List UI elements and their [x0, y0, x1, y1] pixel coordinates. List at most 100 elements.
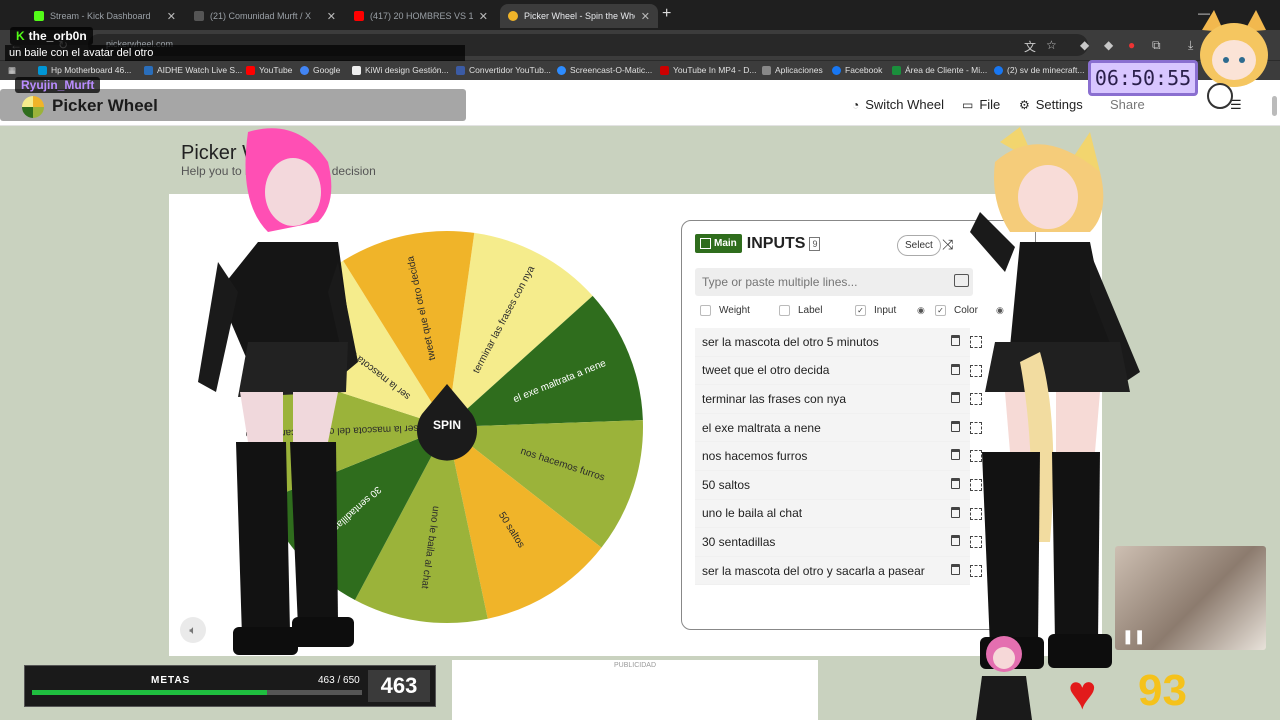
entry-row[interactable]: 50 saltos	[695, 470, 982, 500]
heart-count: 93	[1138, 666, 1187, 715]
new-tab-icon[interactable]: +	[662, 5, 671, 23]
trash-icon[interactable]	[951, 477, 960, 489]
apps-icon	[762, 65, 771, 75]
entry-row[interactable]: terminar las frases con nya	[695, 385, 982, 414]
ad-banner[interactable]	[452, 660, 818, 720]
bookmark-item[interactable]: KiWi design Gestión...	[352, 65, 449, 75]
entry-text[interactable]: ser la mascota del otro y sacarla a pase…	[702, 564, 925, 578]
entry-row[interactable]: ser la mascota del otro 5 minutos	[695, 328, 982, 357]
bookmark-icon	[557, 65, 566, 75]
select-button[interactable]: Select	[897, 235, 941, 256]
tab-title: (21) Comunidad Murft / X	[210, 11, 312, 21]
bookmark-icon	[352, 65, 361, 75]
entry-row[interactable]: tweet que el otro decida	[695, 356, 982, 386]
pause-icon[interactable]: ❚❚	[1122, 628, 1145, 645]
entry-row[interactable]: ser la mascota del otro y sacarla a pase…	[695, 556, 982, 586]
trash-icon[interactable]	[951, 535, 960, 547]
entry-text[interactable]: uno le baila al chat	[702, 506, 802, 520]
extension-icon[interactable]: ◆	[1080, 38, 1089, 52]
entry-row[interactable]: el exe maltrata a nene	[695, 413, 982, 443]
goal-progress-bar	[32, 690, 362, 695]
goal-progress-text: 463 / 650	[318, 675, 360, 686]
tab-title: Picker Wheel - Spin the Wheel	[524, 11, 635, 21]
bulk-input-field[interactable]	[695, 268, 973, 296]
mascot-avatar	[1200, 10, 1268, 109]
chat-username: Ryujin_Murft	[15, 77, 101, 93]
bookmark-item[interactable]: Google	[300, 65, 340, 75]
file-icon: ▭	[962, 97, 974, 112]
extension-icon[interactable]: ◆	[1104, 38, 1113, 52]
nav-file[interactable]: ▭ File	[962, 97, 1000, 112]
trash-icon[interactable]	[951, 392, 960, 404]
bookmark-icon	[892, 65, 901, 75]
kick-icon: K	[16, 29, 25, 43]
trash-icon[interactable]	[951, 506, 960, 518]
tab-youtube[interactable]: (417) 20 HOMBRES VS 1 ARTIST ✕	[346, 4, 496, 28]
close-icon[interactable]: ✕	[473, 10, 488, 23]
trash-icon[interactable]	[951, 335, 960, 346]
translate-icon[interactable]: 文	[1024, 38, 1036, 55]
entry-text[interactable]: el exe maltrata a nene	[702, 421, 821, 435]
bookmark-item[interactable]: Screencast-O-Matic...	[557, 65, 652, 75]
input-checkbox[interactable]: ✓	[855, 305, 866, 316]
close-icon[interactable]: ✕	[635, 10, 650, 23]
entry-text[interactable]: 50 saltos	[702, 478, 750, 492]
entry-row[interactable]: uno le baila al chat	[695, 499, 982, 529]
bookmark-icon	[456, 65, 465, 75]
site-logo[interactable]: Picker Wheel	[52, 96, 158, 116]
input-option[interactable]: ✓ Input	[855, 305, 896, 316]
nav-settings[interactable]: ⚙ Settings	[1019, 97, 1083, 112]
trash-icon[interactable]	[951, 449, 960, 461]
tab-title: (417) 20 HOMBRES VS 1 ARTIST	[370, 11, 473, 21]
picker-wheel-icon	[508, 11, 518, 21]
weight-option[interactable]: Weight	[700, 305, 750, 316]
close-icon[interactable]: ✕	[161, 10, 176, 23]
nav-share[interactable]: Share	[1110, 97, 1145, 112]
chat-message: un baile con el avatar del otro	[5, 45, 465, 61]
bookmark-item[interactable]: (2) sv de minecraft...	[994, 65, 1084, 75]
puzzle-icon[interactable]: ⧉	[1152, 38, 1161, 53]
trash-icon[interactable]	[951, 363, 960, 375]
entry-text[interactable]: terminar las frases con nya	[702, 392, 846, 406]
goal-label: METAS	[151, 675, 191, 686]
bookmark-item[interactable]: Hp Motherboard 46...	[38, 65, 131, 75]
record-icon[interactable]: ●	[1128, 38, 1135, 52]
trash-icon[interactable]	[951, 420, 960, 432]
close-icon[interactable]: ✕	[321, 10, 336, 23]
bookmark-item[interactable]: Convertidor YouTub...	[456, 65, 551, 75]
tab-title: Stream - Kick Dashboard	[50, 11, 151, 21]
weight-checkbox[interactable]	[700, 305, 711, 316]
inputs-title: INPUTS	[746, 234, 806, 252]
main-wheel-badge[interactable]: Main	[695, 234, 742, 253]
nav-switch-wheel[interactable]: ◔ Switch Wheel	[852, 97, 944, 112]
entries-list: ser la mascota del otro 5 minutos tweet q…	[695, 328, 982, 586]
label-option[interactable]: Label	[779, 305, 822, 316]
label-checkbox[interactable]	[779, 305, 790, 316]
chat-username: Kthe_orb0n	[10, 27, 93, 45]
entry-text[interactable]: 30 sentadillas	[702, 535, 775, 549]
entry-text[interactable]: nos hacemos furros	[702, 449, 807, 463]
entry-text[interactable]: ser la mascota del otro 5 minutos	[702, 335, 879, 349]
entry-row[interactable]: 30 sentadillas	[695, 528, 982, 557]
tab-picker-wheel[interactable]: Picker Wheel - Spin the Wheel ✕	[500, 4, 658, 28]
bookmark-item[interactable]: YouTube	[246, 65, 292, 75]
eye-icon[interactable]: ◉	[917, 305, 925, 316]
entry-text[interactable]: tweet que el otro decida	[702, 363, 829, 377]
switch-wheel-icon: ◔	[852, 97, 860, 112]
inputs-count-badge: 9	[809, 236, 821, 251]
apps-grid-icon[interactable]: ▦	[8, 65, 16, 76]
bookmark-item[interactable]: Facebook	[832, 65, 882, 75]
ad-label: PUBLICIDAD	[613, 662, 656, 669]
shuffle-icon[interactable]: ⤨	[942, 236, 953, 253]
bookmark-item[interactable]: Aplicaciones	[762, 65, 823, 75]
entry-row[interactable]: nos hacemos furros	[695, 442, 982, 471]
bookmark-item[interactable]: AIDHE Watch Live S...	[144, 65, 242, 75]
bookmark-item[interactable]: Área de Cliente - Mi...	[892, 65, 987, 75]
tab-kick-dashboard[interactable]: Stream - Kick Dashboard ✕	[26, 4, 184, 28]
star-icon[interactable]: ☆	[1046, 38, 1057, 52]
tab-twitter[interactable]: (21) Comunidad Murft / X ✕	[186, 4, 344, 28]
trash-icon[interactable]	[951, 563, 960, 575]
bookmark-item[interactable]: YouTube In MP4 - D...	[660, 65, 756, 75]
left-avatar-character	[198, 128, 358, 655]
color-checkbox[interactable]: ✓	[935, 305, 946, 316]
